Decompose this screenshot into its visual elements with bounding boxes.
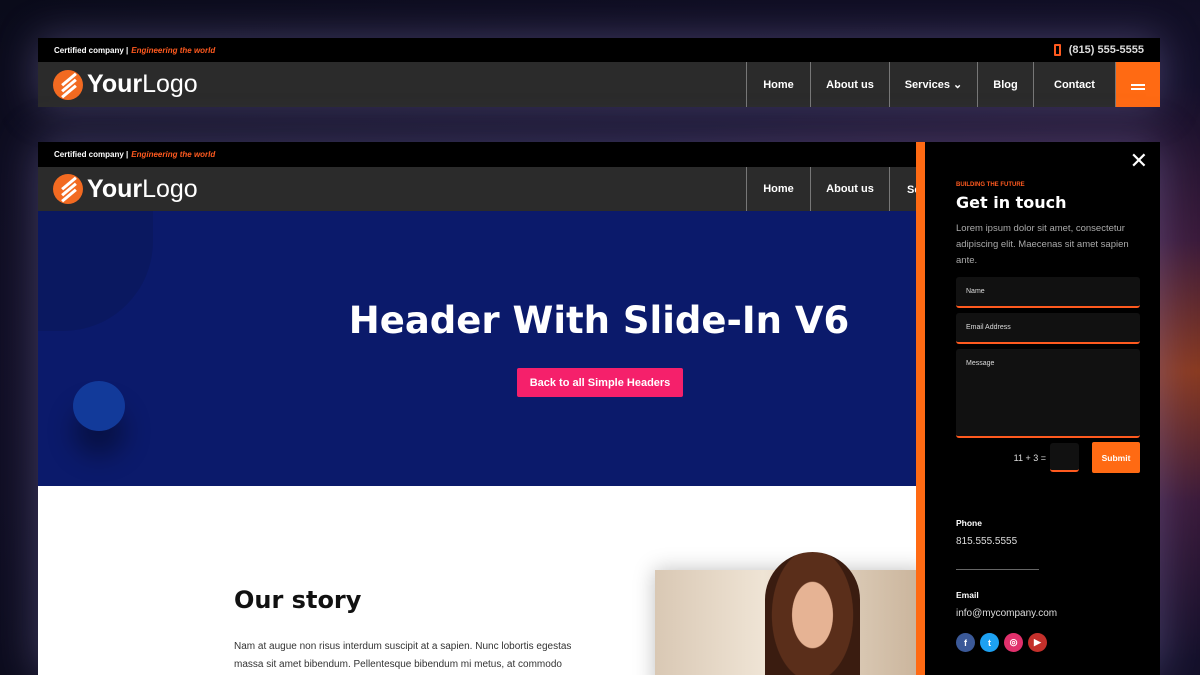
- email-input[interactable]: Email Address: [956, 313, 1140, 344]
- social-links: f t ◎ ▶: [956, 633, 1160, 652]
- nav-about[interactable]: About us: [810, 167, 889, 211]
- facebook-icon[interactable]: f: [956, 633, 975, 652]
- logo-icon: [53, 69, 83, 100]
- logo[interactable]: YourLogo: [38, 69, 198, 100]
- back-button[interactable]: Back to all Simple Headers: [517, 368, 683, 397]
- youtube-icon[interactable]: ▶: [1028, 633, 1047, 652]
- story-heading: Our story: [234, 586, 362, 614]
- nav-about[interactable]: About us: [810, 62, 889, 107]
- nav-blog[interactable]: Blog: [977, 62, 1033, 107]
- logo[interactable]: YourLogo: [38, 174, 198, 204]
- name-input[interactable]: Name: [956, 277, 1140, 308]
- submit-button[interactable]: Submit: [1092, 442, 1140, 473]
- nav-services[interactable]: Services ⌄: [889, 62, 977, 107]
- nav-home[interactable]: Home: [746, 62, 810, 107]
- certified-text: Certified company |: [54, 150, 129, 159]
- tagline: Engineering the world: [131, 45, 216, 55]
- hamburger-menu-button[interactable]: [1115, 62, 1160, 107]
- top-phone[interactable]: (815) 555-5555: [1053, 44, 1144, 56]
- phone-label: Phone: [956, 518, 982, 528]
- panel-lead: Lorem ipsum dolor sit amet, consectetur …: [956, 223, 1129, 266]
- panel-title: Get in touch: [956, 193, 1067, 212]
- captcha-question: 11 + 3 =: [1013, 452, 1046, 463]
- top-bar: Certified company | Engineering the worl…: [38, 38, 1160, 62]
- story-text: Nam at augue non risus interdum suscipit…: [234, 641, 572, 670]
- message-textarea[interactable]: Message: [956, 349, 1140, 438]
- nav-contact[interactable]: Contact: [1033, 62, 1115, 107]
- email-label: Email: [956, 590, 979, 600]
- instagram-icon[interactable]: ◎: [1004, 633, 1023, 652]
- email-value[interactable]: info@mycompany.com: [956, 608, 1160, 619]
- captcha-input[interactable]: [1050, 443, 1079, 472]
- divider: [956, 569, 1039, 570]
- close-icon[interactable]: ✕: [1130, 148, 1148, 174]
- header-preview: Certified company | Engineering the worl…: [38, 38, 1160, 107]
- twitter-icon[interactable]: t: [980, 633, 999, 652]
- panel-kicker: BUILDING THE FUTURE: [956, 182, 1025, 188]
- logo-icon: [53, 174, 83, 204]
- nav-bar: YourLogo Home About us Services ⌄ Blog C…: [38, 62, 1160, 107]
- story-photo: [655, 552, 925, 675]
- certified-text: Certified company |: [54, 45, 129, 55]
- phone-value[interactable]: 815.555.5555: [956, 536, 1160, 547]
- page-preview: Certified company | Engineering the worl…: [38, 142, 1160, 675]
- phone-icon: [1053, 44, 1061, 56]
- top-phone-number: (815) 555-5555: [1068, 44, 1144, 56]
- nav-home[interactable]: Home: [746, 167, 810, 211]
- hamburger-icon: [1131, 83, 1145, 86]
- slide-in-panel: ✕ BUILDING THE FUTURE Get in touch Lorem…: [916, 142, 1160, 675]
- tagline: Engineering the world: [131, 150, 216, 159]
